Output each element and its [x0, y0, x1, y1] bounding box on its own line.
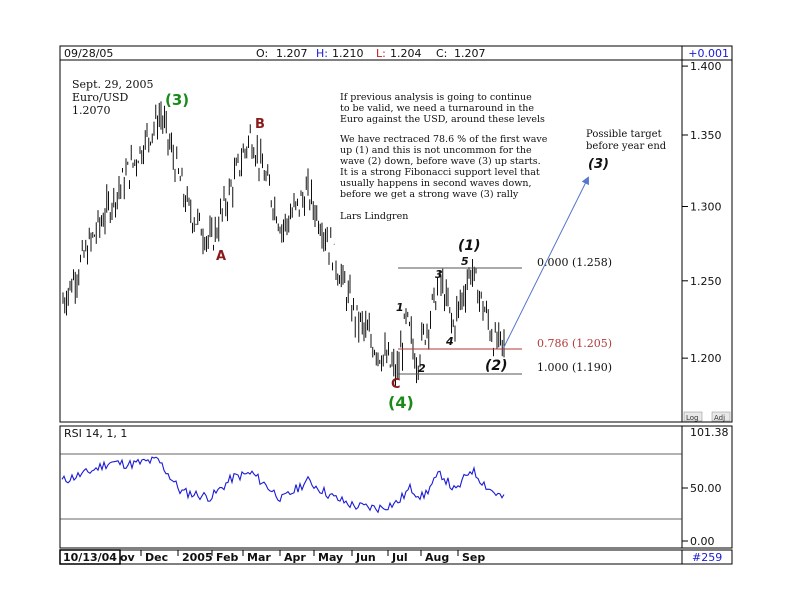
- info-date: Sept. 29, 2005: [72, 78, 154, 91]
- rsi-bottom-value: 0.00: [690, 535, 715, 548]
- header-open: 1.207: [276, 47, 308, 60]
- wave-c-label: C: [391, 377, 401, 392]
- commentary-line: wave (2) down, before wave (3) up starts…: [340, 156, 541, 167]
- wave-2-paren-label: (2): [485, 358, 508, 374]
- start-date: 10/13/04: [63, 551, 117, 564]
- fib-1-label: 1.000 (1.190): [537, 361, 612, 374]
- commentary-line: to be valid, we need a turnaround in the: [340, 103, 534, 114]
- header-close-label: C:: [436, 47, 447, 60]
- info-pair: Euro/USD: [72, 91, 129, 104]
- price-tick-label: 1.250: [690, 275, 722, 288]
- price-tick-label: 1.200: [690, 352, 722, 365]
- header-high: 1.210: [332, 47, 364, 60]
- wave-1-label: 1: [396, 301, 404, 314]
- price-axis: [681, 59, 733, 423]
- month-tick-label: Aug: [425, 551, 449, 564]
- wave-4-label: 4: [445, 335, 454, 348]
- month-tick-label: Feb: [216, 551, 239, 564]
- commentary-line: If previous analysis is going to continu…: [340, 92, 532, 103]
- info-price: 1.2070: [72, 104, 111, 117]
- price-tick-label: 1.300: [690, 201, 722, 214]
- price-tick-label: 1.350: [690, 129, 722, 142]
- header-high-label: H:: [316, 47, 328, 60]
- header-close: 1.207: [454, 47, 486, 60]
- price-tick-label: 1.400: [690, 60, 722, 73]
- rsi-panel: [59, 425, 683, 549]
- commentary-author: Lars Lindgren: [340, 211, 408, 222]
- header-date: 09/28/05: [64, 47, 113, 60]
- target-line2: before year end: [586, 141, 667, 152]
- wave-1-paren-label: (1): [458, 238, 481, 254]
- commentary-line: usually happens in second waves down,: [340, 178, 532, 189]
- rsi-top-value: 101.38: [690, 426, 729, 439]
- wave-4-major-label: (4): [388, 393, 414, 412]
- header-low-label: L:: [376, 47, 386, 60]
- target-wave-label: (3): [588, 157, 609, 172]
- wave-b-label: B: [255, 117, 265, 132]
- rsi-label: RSI 14, 1, 1: [64, 427, 127, 440]
- month-tick-label: ov: [120, 551, 136, 564]
- commentary-line: We have rectraced 78.6 % of the first wa…: [340, 134, 548, 145]
- month-tick-label: Sep: [462, 551, 485, 564]
- header-low: 1.204: [390, 47, 422, 60]
- wave-3-major-label: (3): [165, 91, 189, 109]
- wave-2-label: 2: [418, 362, 426, 375]
- header-change: +0.001: [688, 47, 729, 60]
- commentary-line: up (1) and this is not uncommon for the: [340, 145, 532, 156]
- wave-a-label: A: [216, 249, 226, 264]
- month-tick-label: Mar: [247, 551, 271, 564]
- month-tick-label: 2005: [182, 551, 213, 564]
- bar-count: #259: [692, 551, 722, 564]
- rsi-mid-value: 50.00: [690, 482, 722, 495]
- fib-786-label: 0.786 (1.205): [537, 337, 612, 350]
- header-open-label: O:: [256, 47, 268, 60]
- month-tick-label: May: [318, 551, 343, 564]
- log-toggle-label: Log: [686, 414, 699, 422]
- month-tick-label: Apr: [284, 551, 306, 564]
- target-line1: Possible target: [586, 129, 662, 140]
- commentary-line: Euro against the USD, around these level…: [340, 114, 545, 125]
- wave-5-label: 5: [461, 255, 469, 268]
- month-tick-label: Dec: [145, 551, 168, 564]
- commentary-line: It is a strong Fibonacci support level t…: [340, 167, 540, 178]
- month-tick-label: Jul: [391, 551, 408, 564]
- header-bar: [59, 45, 683, 61]
- wave-3-label: 3: [435, 268, 443, 281]
- adj-toggle-label: Adj: [714, 414, 725, 422]
- month-tick-label: Jun: [355, 551, 376, 564]
- commentary-line: before we get a strong wave (3) rally: [340, 189, 519, 200]
- chart-canvas: 09/28/05 O: 1.207 H: 1.210 L: 1.204 C: 1…: [59, 45, 733, 565]
